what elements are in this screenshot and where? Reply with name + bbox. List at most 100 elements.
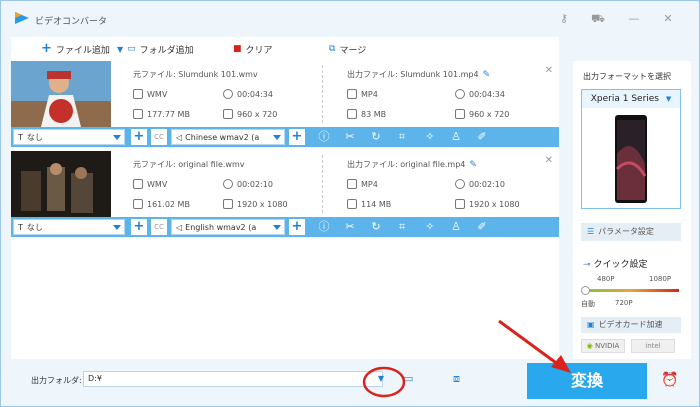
add-folder-button[interactable]: ▼ ▭ フォルダ追加	[117, 42, 194, 56]
text-icon: T	[18, 132, 23, 142]
chevron-down-icon	[113, 225, 121, 230]
video-thumbnail[interactable]	[11, 151, 111, 217]
video-thumbnail[interactable]	[11, 61, 111, 127]
source-size: 177.77 MB	[133, 109, 190, 119]
output-format: MP4	[347, 179, 378, 189]
subtitle-value: なし	[26, 222, 43, 232]
clear-label: クリア	[245, 45, 273, 56]
subtitle-select[interactable]: T なし	[13, 129, 125, 145]
crop-icon[interactable]: ⌗	[395, 130, 409, 144]
quality-480p: 480P	[597, 275, 615, 283]
edit-bar: T なし + CC ◁ Chinese wmav2 (a + ⓘ ✂ ↻ ⌗ ✧…	[11, 127, 559, 147]
quality-auto: 自動	[581, 300, 595, 308]
subtitle-select[interactable]: T なし	[13, 219, 125, 235]
cc-icon[interactable]: CC	[151, 219, 167, 235]
plus-icon: +	[41, 41, 52, 56]
key-icon[interactable]: ⚷	[557, 12, 571, 26]
format-icon	[133, 179, 143, 189]
edit-icon[interactable]: ✎	[469, 160, 477, 170]
output-size: 114 MB	[347, 199, 391, 209]
source-resolution: 1920 x 1080	[223, 199, 288, 209]
speaker-icon: ◁	[176, 222, 183, 232]
quality-720p: 720P	[615, 299, 633, 307]
device-name: Xperia 1 Series ▼	[582, 90, 680, 108]
app-window: ビデオコンバータ ⚷ ⛟ — ✕ + ファイル追加 ▼ ▭ フォルダ追加 ■ ク…	[0, 0, 700, 407]
file-size-icon	[133, 199, 143, 209]
audio-value: English wmav2 (a	[185, 222, 257, 232]
resolution-icon	[223, 109, 233, 119]
add-file-button[interactable]: + ファイル追加	[41, 42, 110, 56]
cart-icon[interactable]: ⛟	[591, 12, 605, 26]
edit-pen-icon[interactable]: ✐	[475, 220, 489, 234]
clock-icon	[455, 89, 465, 99]
app-title: ビデオコンバータ	[35, 17, 108, 27]
format-icon	[347, 89, 357, 99]
rotate-icon[interactable]: ↻	[369, 220, 383, 234]
merge-label: マージ	[339, 45, 367, 56]
format-select[interactable]: Xperia 1 Series ▼	[581, 89, 681, 209]
effect-wand-icon[interactable]: ✧	[423, 130, 437, 144]
quick-settings-label: ⊸ クイック設定	[583, 260, 648, 270]
info-icon[interactable]: ⓘ	[317, 130, 331, 144]
phone-image	[615, 115, 647, 203]
output-format: MP4	[347, 89, 378, 99]
app-logo-icon	[15, 12, 29, 24]
output-duration: 00:02:10	[455, 179, 505, 189]
file-item: 元ファイル: Slumdunk 101.wmv WMV 00:04:34 177…	[11, 61, 559, 153]
cut-icon[interactable]: ✂	[343, 130, 357, 144]
format-icon	[133, 89, 143, 99]
add-subtitle-button[interactable]: +	[131, 129, 147, 145]
title-bar: ビデオコンバータ ⚷ ⛟ — ✕	[1, 1, 699, 35]
subtitle-value: なし	[26, 132, 43, 142]
format-header: 出力フォーマットを選択	[583, 72, 671, 81]
output-folder-input[interactable]: D:¥	[83, 371, 383, 387]
quality-slider[interactable]	[583, 289, 679, 292]
effect-wand-icon[interactable]: ✧	[423, 220, 437, 234]
cut-icon[interactable]: ✂	[343, 220, 357, 234]
resolution-icon	[223, 199, 233, 209]
minimize-button[interactable]: —	[627, 12, 641, 26]
slider-handle[interactable]	[581, 286, 590, 295]
edit-icon[interactable]: ✎	[483, 70, 491, 80]
chevron-down-icon	[273, 135, 281, 140]
source-resolution: 960 x 720	[223, 109, 277, 119]
crop-icon[interactable]: ⌗	[395, 220, 409, 234]
remove-file-icon[interactable]: ✕	[545, 65, 553, 76]
add-file-label: ファイル追加	[55, 45, 110, 56]
close-button[interactable]: ✕	[661, 12, 675, 26]
clear-button[interactable]: ■ クリア	[233, 42, 273, 56]
edit-pen-icon[interactable]: ✐	[475, 130, 489, 144]
params-button[interactable]: ☰ パラメータ設定	[581, 223, 681, 241]
quality-1080p: 1080P	[649, 275, 672, 283]
annotation-overlay	[362, 319, 571, 398]
chevron-down-icon	[113, 135, 121, 140]
source-filename: 元ファイル: original file.wmv	[133, 160, 245, 169]
source-duration: 00:02:10	[223, 179, 273, 189]
remove-file-icon[interactable]: ✕	[545, 155, 553, 166]
merge-button[interactable]: ⧉ マージ	[329, 42, 366, 56]
output-resolution: 1920 x 1080	[455, 199, 520, 209]
text-icon: T	[18, 222, 23, 232]
source-duration: 00:04:34	[223, 89, 273, 99]
merge-icon: ⧉	[329, 44, 336, 54]
intel-badge[interactable]: intel	[631, 339, 675, 353]
divider	[311, 155, 323, 213]
rotate-icon[interactable]: ↻	[369, 130, 383, 144]
add-subtitle-button[interactable]: +	[131, 219, 147, 235]
clock-icon	[223, 179, 233, 189]
info-icon[interactable]: ⓘ	[317, 220, 331, 234]
source-size: 161.02 MB	[133, 199, 190, 209]
divider	[311, 65, 323, 123]
add-audio-button[interactable]: +	[289, 129, 305, 145]
audio-select[interactable]: ◁ Chinese wmav2 (a	[171, 129, 285, 145]
resolution-icon	[455, 109, 465, 119]
watermark-icon[interactable]: ♙	[449, 130, 463, 144]
add-audio-button[interactable]: +	[289, 219, 305, 235]
add-folder-label: フォルダ追加	[139, 45, 194, 56]
alarm-clock-icon[interactable]: ⏰	[661, 371, 679, 389]
audio-select[interactable]: ◁ English wmav2 (a	[171, 219, 285, 235]
output-filename: 出力ファイル: original file.mp4 ✎	[347, 160, 477, 170]
watermark-icon[interactable]: ♙	[449, 220, 463, 234]
source-format: WMV	[133, 179, 167, 189]
cc-icon[interactable]: CC	[151, 129, 167, 145]
